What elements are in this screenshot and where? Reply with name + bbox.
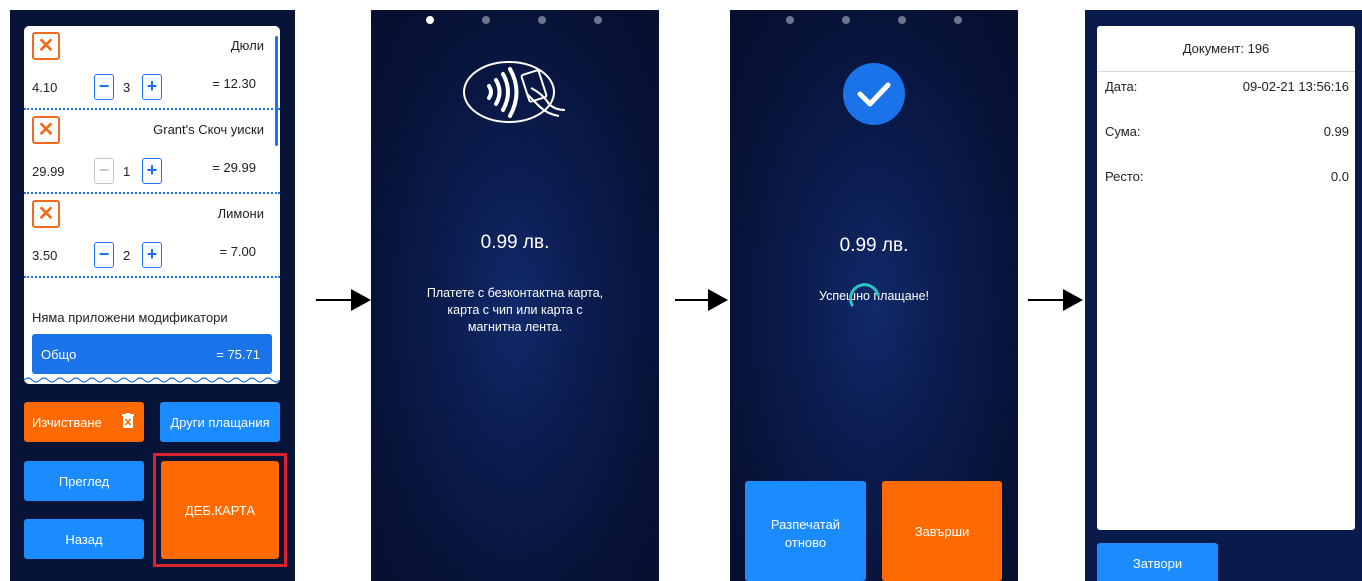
total-value: = 75.71 xyxy=(216,347,260,362)
preview-label: Преглед xyxy=(58,474,110,489)
remove-item-button[interactable]: ✕ xyxy=(32,32,60,60)
amount-label: Сума: xyxy=(1105,124,1141,139)
decrement-button[interactable]: − xyxy=(94,242,114,268)
page-indicator xyxy=(730,16,1018,28)
finish-button[interactable]: Завърши xyxy=(882,481,1002,581)
minus-icon: − xyxy=(98,76,110,96)
payment-amount: 0.99 лв. xyxy=(480,232,550,253)
increment-button[interactable]: + xyxy=(142,74,162,100)
cart-panel: ✕ Дюли 4.10 − 3 + = 12.30 ✕ Grant's Скоч… xyxy=(24,26,280,384)
item-divider xyxy=(24,276,280,278)
arrow-head xyxy=(351,289,371,311)
amount-value: 0.99 xyxy=(1323,124,1349,139)
item-price: 3.50 xyxy=(32,248,58,263)
back-button[interactable]: Назад xyxy=(24,519,144,559)
plus-icon: + xyxy=(146,244,158,264)
receipt-screen: Документ: 196 Дата: 09-02-21 13:56:16 Су… xyxy=(1085,10,1362,581)
receipt-divider xyxy=(1097,71,1355,72)
print-again-label: Разпечатай отново xyxy=(770,517,841,550)
receipt-edge-wave xyxy=(24,377,280,383)
change-label: Ресто: xyxy=(1105,169,1144,184)
modifiers-note: Няма приложени модификатори xyxy=(32,310,228,325)
item-quantity: 2 xyxy=(123,248,131,263)
clear-button-label: Изчистване xyxy=(32,415,102,430)
payment-amount: 0.99 лв. xyxy=(839,235,909,256)
print-again-button[interactable]: Разпечатай отново xyxy=(745,481,866,581)
item-name: Дюли xyxy=(230,38,264,53)
page-dot xyxy=(898,16,906,24)
plus-icon: + xyxy=(146,76,158,96)
increment-button[interactable]: + xyxy=(142,242,162,268)
remove-item-button[interactable]: ✕ xyxy=(32,116,60,144)
cart-item: ✕ Лимони 3.50 − 2 + = 7.00 xyxy=(24,194,280,278)
item-total: = 7.00 xyxy=(219,244,256,259)
preview-button[interactable]: Преглед xyxy=(24,461,144,501)
increment-button[interactable]: + xyxy=(142,158,162,184)
item-total: = 12.30 xyxy=(212,76,256,91)
finish-label: Завърши xyxy=(914,524,970,539)
date-label: Дата: xyxy=(1105,79,1138,94)
document-number: Документ: 196 xyxy=(1182,41,1270,56)
page-dot xyxy=(954,16,962,24)
item-name: Grant's Скоч уиски xyxy=(153,122,264,137)
page-dot xyxy=(482,16,490,24)
item-price: 4.10 xyxy=(32,80,58,95)
minus-icon: − xyxy=(98,244,110,264)
page-dot xyxy=(594,16,602,24)
payment-instructions: Платете с безконтактна карта, карта с чи… xyxy=(426,286,604,334)
decrement-button[interactable]: − xyxy=(94,74,114,100)
item-name: Лимони xyxy=(217,206,264,221)
decrement-button[interactable]: − xyxy=(94,158,114,184)
page-dot xyxy=(538,16,546,24)
close-icon: ✕ xyxy=(37,203,55,225)
page-dot xyxy=(786,16,794,24)
debit-card-highlight: ДЕБ.КАРТА xyxy=(153,453,287,567)
arrow-right-icon xyxy=(1028,299,1068,301)
card-payment-screen: 0.99 лв. Платете с безконтактна карта, к… xyxy=(371,10,659,581)
cart-item: ✕ Дюли 4.10 − 3 + = 12.30 xyxy=(24,26,280,110)
item-quantity: 3 xyxy=(123,80,131,95)
close-icon: ✕ xyxy=(37,35,55,57)
cart-screen: ✕ Дюли 4.10 − 3 + = 12.30 ✕ Grant's Скоч… xyxy=(10,10,295,581)
order-total-bar: Общо = 75.71 xyxy=(32,334,272,374)
close-label: Затвори xyxy=(1132,556,1183,571)
item-total: = 29.99 xyxy=(212,160,256,175)
close-icon: ✕ xyxy=(37,119,55,141)
minus-icon: − xyxy=(98,160,110,180)
arrow-head xyxy=(1063,289,1083,311)
date-value: 09-02-21 13:56:16 xyxy=(1242,79,1349,94)
page-indicator xyxy=(371,16,659,28)
checkmark-icon xyxy=(843,63,905,125)
payment-success-screen: 0.99 лв. Успешно плащане! Разпечатай отн… xyxy=(730,10,1018,581)
item-quantity: 1 xyxy=(123,164,131,179)
page-dot xyxy=(426,16,434,24)
arrow-right-icon xyxy=(316,299,356,301)
back-label: Назад xyxy=(65,532,103,547)
other-payments-button[interactable]: Други плащания xyxy=(160,402,280,442)
page-dot xyxy=(842,16,850,24)
contactless-payment-icon xyxy=(463,61,566,123)
cart-item: ✕ Grant's Скоч уиски 29.99 − 1 + = 29.99 xyxy=(24,110,280,194)
arrow-head xyxy=(708,289,728,311)
trash-icon xyxy=(122,413,134,428)
debit-card-button[interactable]: ДЕБ.КАРТА xyxy=(161,461,279,559)
spinner-icon xyxy=(849,283,880,307)
debit-card-label: ДЕБ.КАРТА xyxy=(184,503,256,518)
receipt-panel: Документ: 196 Дата: 09-02-21 13:56:16 Су… xyxy=(1097,26,1355,530)
clear-button[interactable]: Изчистване xyxy=(24,402,144,442)
close-button[interactable]: Затвори xyxy=(1097,543,1218,581)
change-value: 0.0 xyxy=(1330,169,1349,184)
plus-icon: + xyxy=(146,160,158,180)
item-price: 29.99 xyxy=(32,164,65,179)
remove-item-button[interactable]: ✕ xyxy=(32,200,60,228)
total-label: Общо xyxy=(41,347,77,362)
other-payments-label: Други плащания xyxy=(170,415,270,430)
